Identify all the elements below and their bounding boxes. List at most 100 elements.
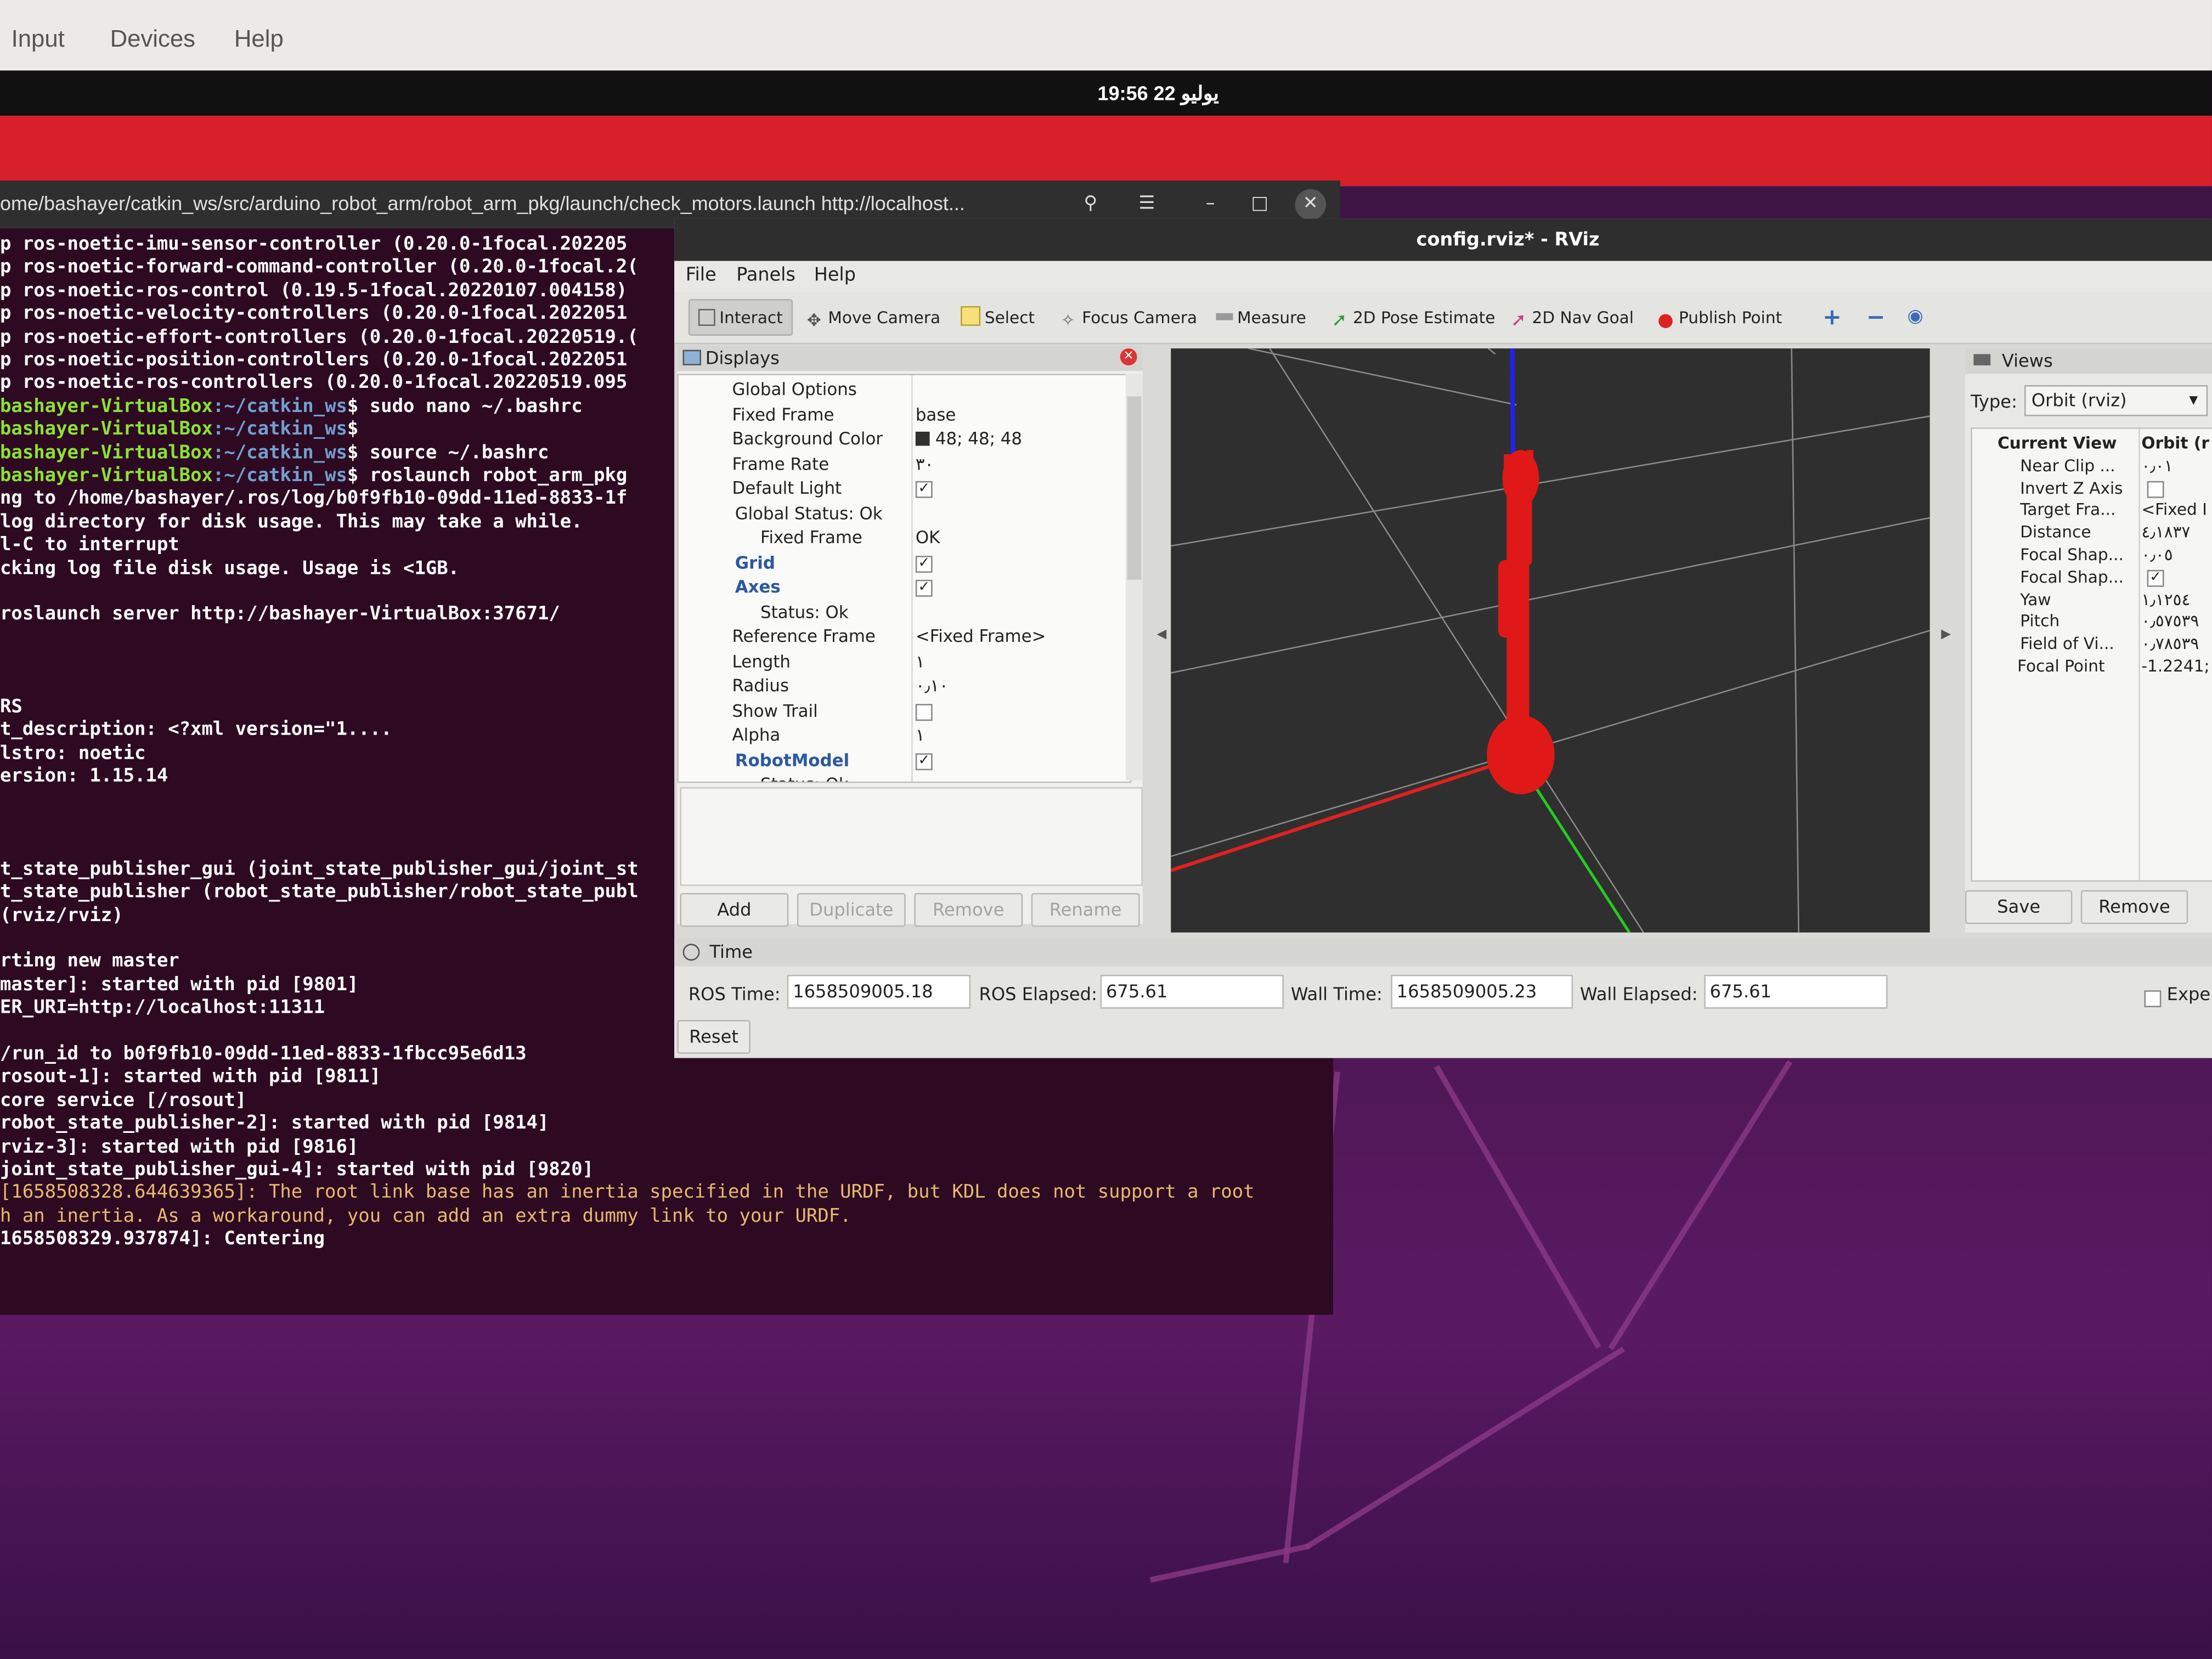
pose-estimate-tool[interactable]: ➚ 2D Pose Estimate [1331,303,1495,331]
ros-elapsed-label: ROS Elapsed: [979,983,1097,1005]
close-panel-icon[interactable]: ✕ [1120,348,1137,365]
display-checkbox[interactable]: ✓ [915,579,933,597]
view-property-value[interactable]: ٠٫٠٥ [2141,545,2172,565]
displays-tree[interactable]: Global Options Fixed Frame base Background … [677,374,1132,783]
display-property-value[interactable]: OK [916,528,940,548]
add-display-button[interactable]: Add [680,893,789,927]
view-property-value[interactable]: ٠٫٠١ [2141,455,2172,475]
3d-scene[interactable] [1171,348,1930,933]
view-property-value[interactable]: <Fixed I [2141,500,2207,520]
view-property-row[interactable]: Yaw ١٫١٢٥٤ [1972,589,2212,611]
menu-devices[interactable]: Devices [110,25,195,53]
right-collapse-handle[interactable]: ▶ [1941,628,1951,642]
view-property-value[interactable]: ١٫١٢٥٤ [2141,589,2190,609]
view-property-row[interactable]: Pitch ٠٫٥٧٥٣٩ [1972,611,2212,633]
display-row[interactable]: Axes ✓ [679,575,1130,600]
display-row[interactable]: Fixed Frame base [679,403,1130,427]
views-tree[interactable]: Current View Orbit (r Near Clip ... ٠٫٠١ Inv… [1971,427,2212,882]
display-property-value[interactable]: <Fixed Frame> [916,627,1046,646]
displays-scrollbar[interactable] [1125,374,1143,780]
display-checkbox[interactable] [915,703,933,720]
robot-model[interactable] [1487,450,1555,794]
display-checkbox[interactable]: ✓ [915,752,933,770]
view-property-row[interactable]: Near Clip ... ٠٫٠١ [1972,455,2212,477]
view-property-row[interactable]: Invert Z Axis [1972,478,2212,500]
display-row[interactable]: Show Trail [679,699,1130,723]
view-property-value[interactable]: ٠٫٥٧٥٣٩ [2141,611,2199,631]
view-property-value[interactable]: ٤٫١٨٣٧ [2141,522,2190,542]
display-checkbox[interactable]: ✓ [915,481,933,498]
display-row[interactable]: Status: Ok [679,600,1130,624]
select-tool[interactable]: Select [961,303,1035,331]
view-property-row[interactable]: Distance ٤٫١٨٣٧ [1972,522,2212,544]
view-property-row[interactable]: Focal Point -1.2241; [1972,656,2212,678]
display-row[interactable]: Default Light ✓ [679,477,1130,501]
display-row[interactable]: Radius ٠٫١٠ [679,674,1130,698]
close-icon[interactable]: ✕ [1295,189,1327,221]
ros-time-field[interactable]: 1658509005.18 [787,974,971,1009]
clock[interactable]: 19:56 22 يوليو [1098,82,1219,106]
display-property-value[interactable]: ٠٫١٠ [916,676,949,696]
menu-file[interactable]: File [686,265,716,286]
add-tool-icon[interactable]: + [1822,303,1841,331]
menu-help[interactable]: Help [814,265,856,286]
3d-render-view[interactable] [1171,348,1930,933]
wall-elapsed-field[interactable]: 675.61 [1704,974,1888,1009]
display-row[interactable]: Frame Rate ٣٠ [679,452,1130,476]
interact-tool[interactable]: Interact [688,299,793,336]
experimental-checkbox[interactable] [2144,990,2162,1007]
display-property-value[interactable]: ١ [916,651,925,671]
rename-display-button[interactable]: Rename [1031,893,1140,927]
display-property-value[interactable]: 48; 48; 48 [915,429,1022,449]
view-checkbox[interactable]: ✓ [2147,569,2164,587]
display-checkbox[interactable]: ✓ [915,555,933,572]
menu-help[interactable]: Help [234,25,284,53]
view-property-value[interactable]: -1.2241; [2141,656,2209,676]
eye-icon[interactable]: ◉ [1908,303,1923,331]
terminal-line: p ros-noetic-effort-controllers (0.20.0-… [0,326,639,348]
display-row[interactable]: Reference Frame <Fixed Frame> [679,625,1130,649]
focus-camera-tool[interactable]: ✧ Focus Camera [1061,303,1198,331]
remove-display-button[interactable]: Remove [914,893,1023,927]
hamburger-menu-icon[interactable]: ☰ [1128,189,1165,221]
ros-elapsed-field[interactable]: 675.61 [1100,974,1284,1009]
remove-view-button[interactable]: Remove [2080,890,2188,924]
view-property-value[interactable]: Orbit (r [2141,433,2209,453]
view-type-select[interactable]: Orbit (rviz) ▼ [2024,385,2208,416]
publish-point-tool[interactable]: ● Publish Point [1657,303,1782,331]
duplicate-display-button[interactable]: Duplicate [797,893,906,927]
save-view-button[interactable]: Save [1965,890,2073,924]
move-camera-tool[interactable]: ✥ Move Camera [807,303,940,331]
display-row[interactable]: Grid ✓ [679,551,1130,575]
view-property-row[interactable]: Focal Shap... ٠٫٠٥ [1972,545,2212,567]
search-icon[interactable]: ⚲ [1072,189,1109,221]
remove-tool-icon[interactable]: − [1866,303,1885,331]
reset-button[interactable]: Reset [677,1020,751,1054]
scrollbar-thumb[interactable] [1127,396,1142,580]
display-row[interactable]: Background Color 48; 48; 48 [679,427,1130,452]
display-property-value[interactable]: ١ [916,725,925,745]
view-property-row[interactable]: Target Fra... <Fixed I [1972,500,2212,522]
display-row[interactable]: Fixed Frame OK [679,526,1130,550]
wall-time-field[interactable]: 1658509005.23 [1391,974,1573,1009]
view-property-row[interactable]: Field of Vi... ٠٫٧٨٥٣٩ [1972,634,2212,656]
display-row[interactable]: Global Status: Ok [679,501,1130,526]
view-property-value[interactable]: ٠٫٧٨٥٣٩ [2141,634,2199,653]
minimize-icon[interactable]: – [1192,189,1229,221]
menu-input[interactable]: Input [12,25,65,53]
measure-tool[interactable]: Measure [1216,303,1306,331]
left-collapse-handle[interactable]: ◀ [1157,628,1167,642]
display-row[interactable]: Global Options [679,378,1130,402]
display-property-value[interactable]: base [916,404,956,424]
display-row[interactable]: Length ١ [679,650,1130,674]
display-row[interactable]: Alpha ١ [679,724,1130,748]
maximize-icon[interactable]: □ [1242,189,1278,221]
view-property-row[interactable]: Focal Shap... ✓ [1972,567,2212,589]
display-row[interactable]: Status: Ok [679,773,1130,782]
display-property-value[interactable]: ٣٠ [916,454,934,473]
menu-panels[interactable]: Panels [736,265,795,286]
view-property-row[interactable]: Current View Orbit (r [1972,433,2212,455]
display-row[interactable]: RobotModel ✓ [679,748,1130,772]
nav-goal-tool[interactable]: ➚ 2D Nav Goal [1511,303,1634,331]
view-checkbox[interactable] [2147,480,2164,498]
